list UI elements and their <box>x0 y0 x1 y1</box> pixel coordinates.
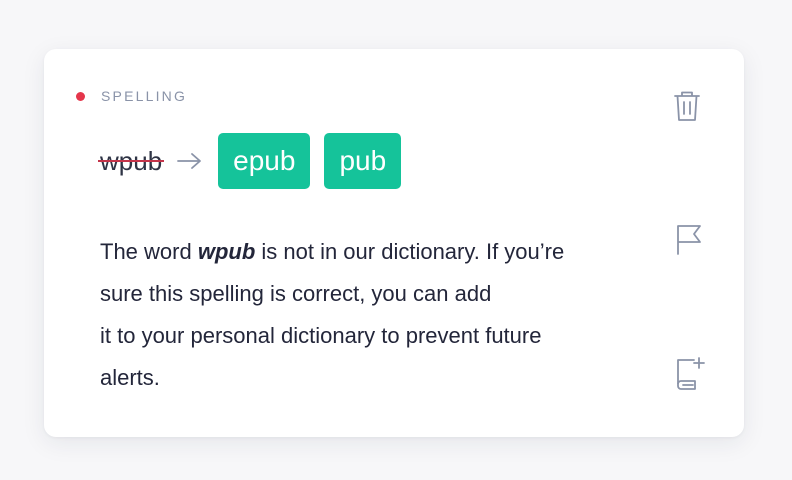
suggestion-chip-epub[interactable]: epub <box>218 133 311 189</box>
message-part: The word <box>100 239 198 264</box>
alert-category: SPELLING <box>76 87 187 105</box>
arrow-right-icon <box>177 153 202 169</box>
severity-dot <box>76 91 85 101</box>
trash-icon <box>674 91 700 121</box>
message-part: is not in our dictionary. If you’re <box>255 239 565 264</box>
flag-button[interactable] <box>672 223 706 257</box>
explanation-text: The word wpub is not in our dictionary. … <box>100 231 660 399</box>
suggestion-card: SPELLING wpub epub pub The word wpub is … <box>44 49 744 437</box>
message-line: it to your personal dictionary to preven… <box>100 323 542 348</box>
category-label: SPELLING <box>101 88 188 104</box>
add-to-dictionary-icon <box>677 357 705 390</box>
misspelled-word: wpub <box>97 145 165 176</box>
add-to-dictionary-button[interactable] <box>672 357 706 391</box>
suggestion-row: wpub epub pub <box>97 133 415 189</box>
delete-button[interactable] <box>670 89 704 123</box>
flag-icon <box>677 225 701 255</box>
message-line: alerts. <box>100 365 160 390</box>
suggestion-chip-pub[interactable]: pub <box>324 133 402 189</box>
message-line: sure this spelling is correct, you can a… <box>100 281 492 306</box>
message-highlight-word: wpub <box>197 239 256 264</box>
